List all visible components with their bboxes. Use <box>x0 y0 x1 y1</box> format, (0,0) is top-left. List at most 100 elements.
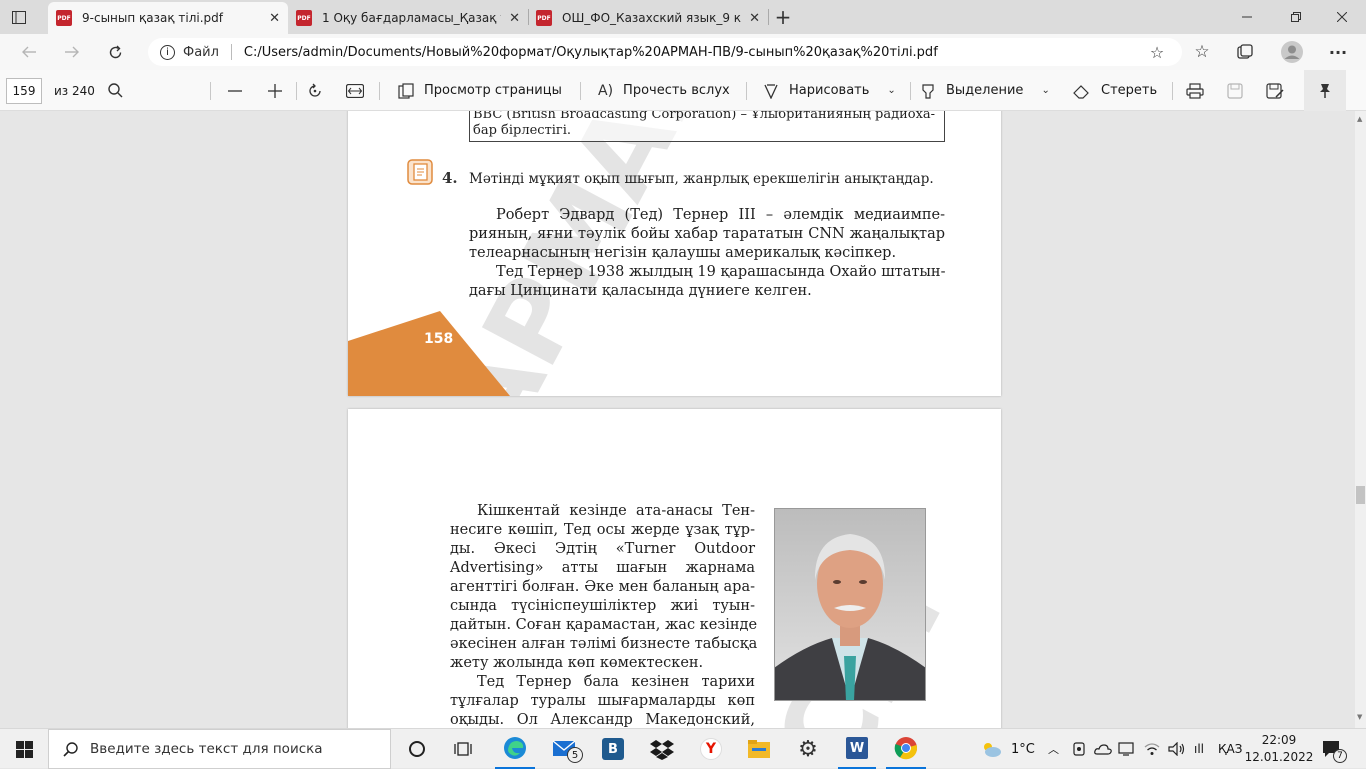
page-view-icon <box>398 82 414 99</box>
collections-icon[interactable] <box>1234 41 1256 63</box>
back-icon[interactable] <box>18 41 40 63</box>
search-icon[interactable] <box>108 70 123 111</box>
toolbar-divider <box>910 82 911 100</box>
pdf-viewer[interactable]: АРМАН BBC (British Broadcasting Corporat… <box>0 111 1366 728</box>
file-label: Файл <box>183 44 219 60</box>
chrome-taskbar-icon[interactable] <box>886 729 926 769</box>
favorites-icon[interactable]: ☆ <box>1191 41 1213 63</box>
close-window-icon[interactable] <box>1331 6 1353 28</box>
scrollbar-track[interactable]: ▲ ▼ <box>1355 111 1366 728</box>
pdf-file-icon: PDF <box>296 10 312 26</box>
toolbar-divider <box>580 82 581 100</box>
chevron-down-icon[interactable]: ⌄ <box>1041 85 1049 96</box>
paragraph-1: Роберт Эдвард (Тед) Тернер III – әлемдік… <box>469 206 945 301</box>
save-as-icon[interactable] <box>1266 70 1284 111</box>
tab-title: 9-сынып қазақ тілі.pdf <box>82 11 224 25</box>
settings-taskbar-icon[interactable]: ⚙ <box>789 729 827 769</box>
windows-icon <box>15 740 33 758</box>
close-tab-icon[interactable]: ✕ <box>509 11 520 26</box>
pdf-file-icon: PDF <box>536 10 552 26</box>
url-text[interactable]: C:/Users/admin/Documents/Новый%20формат/… <box>244 45 938 60</box>
page-number-input[interactable]: 159 <box>6 78 42 104</box>
chevron-down-icon[interactable]: ⌄ <box>887 85 895 96</box>
mail-taskbar-icon[interactable]: 5 <box>545 729 585 769</box>
draw-icon <box>764 83 778 99</box>
zoom-out-icon[interactable] <box>227 70 243 111</box>
bitrix-taskbar-icon[interactable]: B <box>594 729 632 769</box>
onedrive-icon[interactable] <box>1094 729 1112 769</box>
tab-active-pdf[interactable]: PDF 9-сынып қазақ тілі.pdf ✕ <box>48 2 288 34</box>
tab-curriculum[interactable]: PDF 1 Оқу бағдарламасы_Қазақ тілі. ✕ <box>288 2 528 34</box>
read-aloud-button[interactable]: A) Прочесть вслух <box>598 70 730 111</box>
taskbar-search-box[interactable]: Введите здесь текст для поиска <box>48 729 391 769</box>
draw-button[interactable]: Нарисовать ⌄ <box>763 70 896 111</box>
dropbox-taskbar-icon[interactable] <box>643 729 681 769</box>
text-line: дайтын. Соған қарамастан, жас кезінде <box>450 617 758 633</box>
toolbar-divider <box>1172 82 1173 100</box>
temperature[interactable]: 1°C <box>1011 729 1035 769</box>
erase-label: Стереть <box>1101 83 1158 98</box>
notifications-badge: 7 <box>1333 749 1347 763</box>
new-tab-button[interactable]: + <box>772 5 794 29</box>
text-line: сында түсініспеушіліктер жиі туын- <box>450 598 755 614</box>
text-line: рияның, яғни тәулік бойы хабар тарататын… <box>469 226 945 242</box>
pdf-page-158: АРМАН BBC (British Broadcasting Corporat… <box>348 111 1001 396</box>
clock-time: 22:09 <box>1261 733 1297 747</box>
device-icon[interactable] <box>1118 729 1134 769</box>
save-icon[interactable] <box>1227 70 1243 111</box>
profile-avatar[interactable] <box>1280 40 1304 64</box>
pdf-toolbar: 159 из 240 Просмотр страницы A) Прочесть… <box>0 70 1366 111</box>
url-box[interactable]: i Файл C:/Users/admin/Documents/Новый%20… <box>148 38 1182 66</box>
page-total: из 240 <box>54 83 95 98</box>
start-button[interactable] <box>0 729 48 769</box>
mail-badge: 5 <box>567 747 583 763</box>
word-taskbar-icon[interactable]: W <box>838 729 876 769</box>
more-menu-icon[interactable]: ··· <box>1327 41 1349 63</box>
weather-icon[interactable] <box>980 729 1002 769</box>
toolbar-divider <box>296 82 297 100</box>
scrollbar-thumb[interactable] <box>1356 486 1365 504</box>
scroll-up-icon[interactable]: ▲ <box>1357 115 1362 123</box>
pdf-page-159: СЫ Кішкентай кезінде ата-анасы Тен- неси… <box>348 409 1001 728</box>
page-view-button[interactable]: Просмотр страницы <box>398 70 562 111</box>
yandex-taskbar-icon[interactable]: Y <box>692 729 730 769</box>
search-icon <box>63 741 78 757</box>
add-favorite-icon[interactable]: ☆ <box>1148 43 1166 62</box>
clock[interactable]: 22:09 12.01.2022 <box>1245 731 1314 767</box>
refresh-icon[interactable] <box>104 41 126 63</box>
tab-assessment[interactable]: PDF ОШ_ФО_Казахский язык_9 клас ✕ <box>528 2 768 34</box>
speaker-icon[interactable] <box>1168 729 1186 769</box>
erase-button[interactable]: Стереть <box>1073 70 1157 111</box>
network-activity-icon[interactable] <box>1072 729 1086 769</box>
wifi-signal-icon[interactable]: ıll <box>1194 729 1204 769</box>
pdf-file-icon: PDF <box>56 10 72 26</box>
highlight-button[interactable]: Выделение ⌄ <box>920 70 1050 111</box>
cortana-icon[interactable] <box>398 729 436 769</box>
file-explorer-taskbar-icon[interactable] <box>740 729 778 769</box>
forward-icon[interactable] <box>61 41 83 63</box>
close-tab-icon[interactable]: ✕ <box>749 11 760 26</box>
rotate-icon[interactable] <box>307 70 323 111</box>
input-language[interactable]: ҚАЗ <box>1218 729 1242 769</box>
show-hidden-icons[interactable]: ︿ <box>1048 729 1059 769</box>
taskbar: Введите здесь текст для поиска 5 B Y ⚙ W… <box>0 728 1366 769</box>
task-view-icon[interactable] <box>444 729 482 769</box>
info-icon[interactable]: i <box>160 44 175 60</box>
fit-page-icon[interactable] <box>346 70 364 111</box>
notifications-icon[interactable]: 7 <box>1322 729 1347 769</box>
edge-taskbar-icon[interactable] <box>495 729 535 769</box>
pin-toolbar-icon[interactable] <box>1304 70 1346 111</box>
tab-divider <box>768 9 769 25</box>
highlighter-icon <box>922 83 934 99</box>
text-line: Тед Тернер 1938 жылдың 19 қарашасында Ох… <box>496 264 946 280</box>
address-bar: i Файл C:/Users/admin/Documents/Новый%20… <box>0 34 1366 70</box>
toolbar-divider <box>379 82 380 100</box>
tab-actions-icon[interactable] <box>8 6 30 28</box>
zoom-in-icon[interactable] <box>267 70 283 111</box>
restore-icon[interactable] <box>1285 6 1307 28</box>
print-icon[interactable] <box>1186 70 1204 111</box>
scroll-down-icon[interactable]: ▼ <box>1357 713 1362 721</box>
minimize-icon[interactable] <box>1236 6 1258 28</box>
close-tab-icon[interactable]: ✕ <box>269 11 280 26</box>
wifi-icon[interactable] <box>1144 729 1160 769</box>
